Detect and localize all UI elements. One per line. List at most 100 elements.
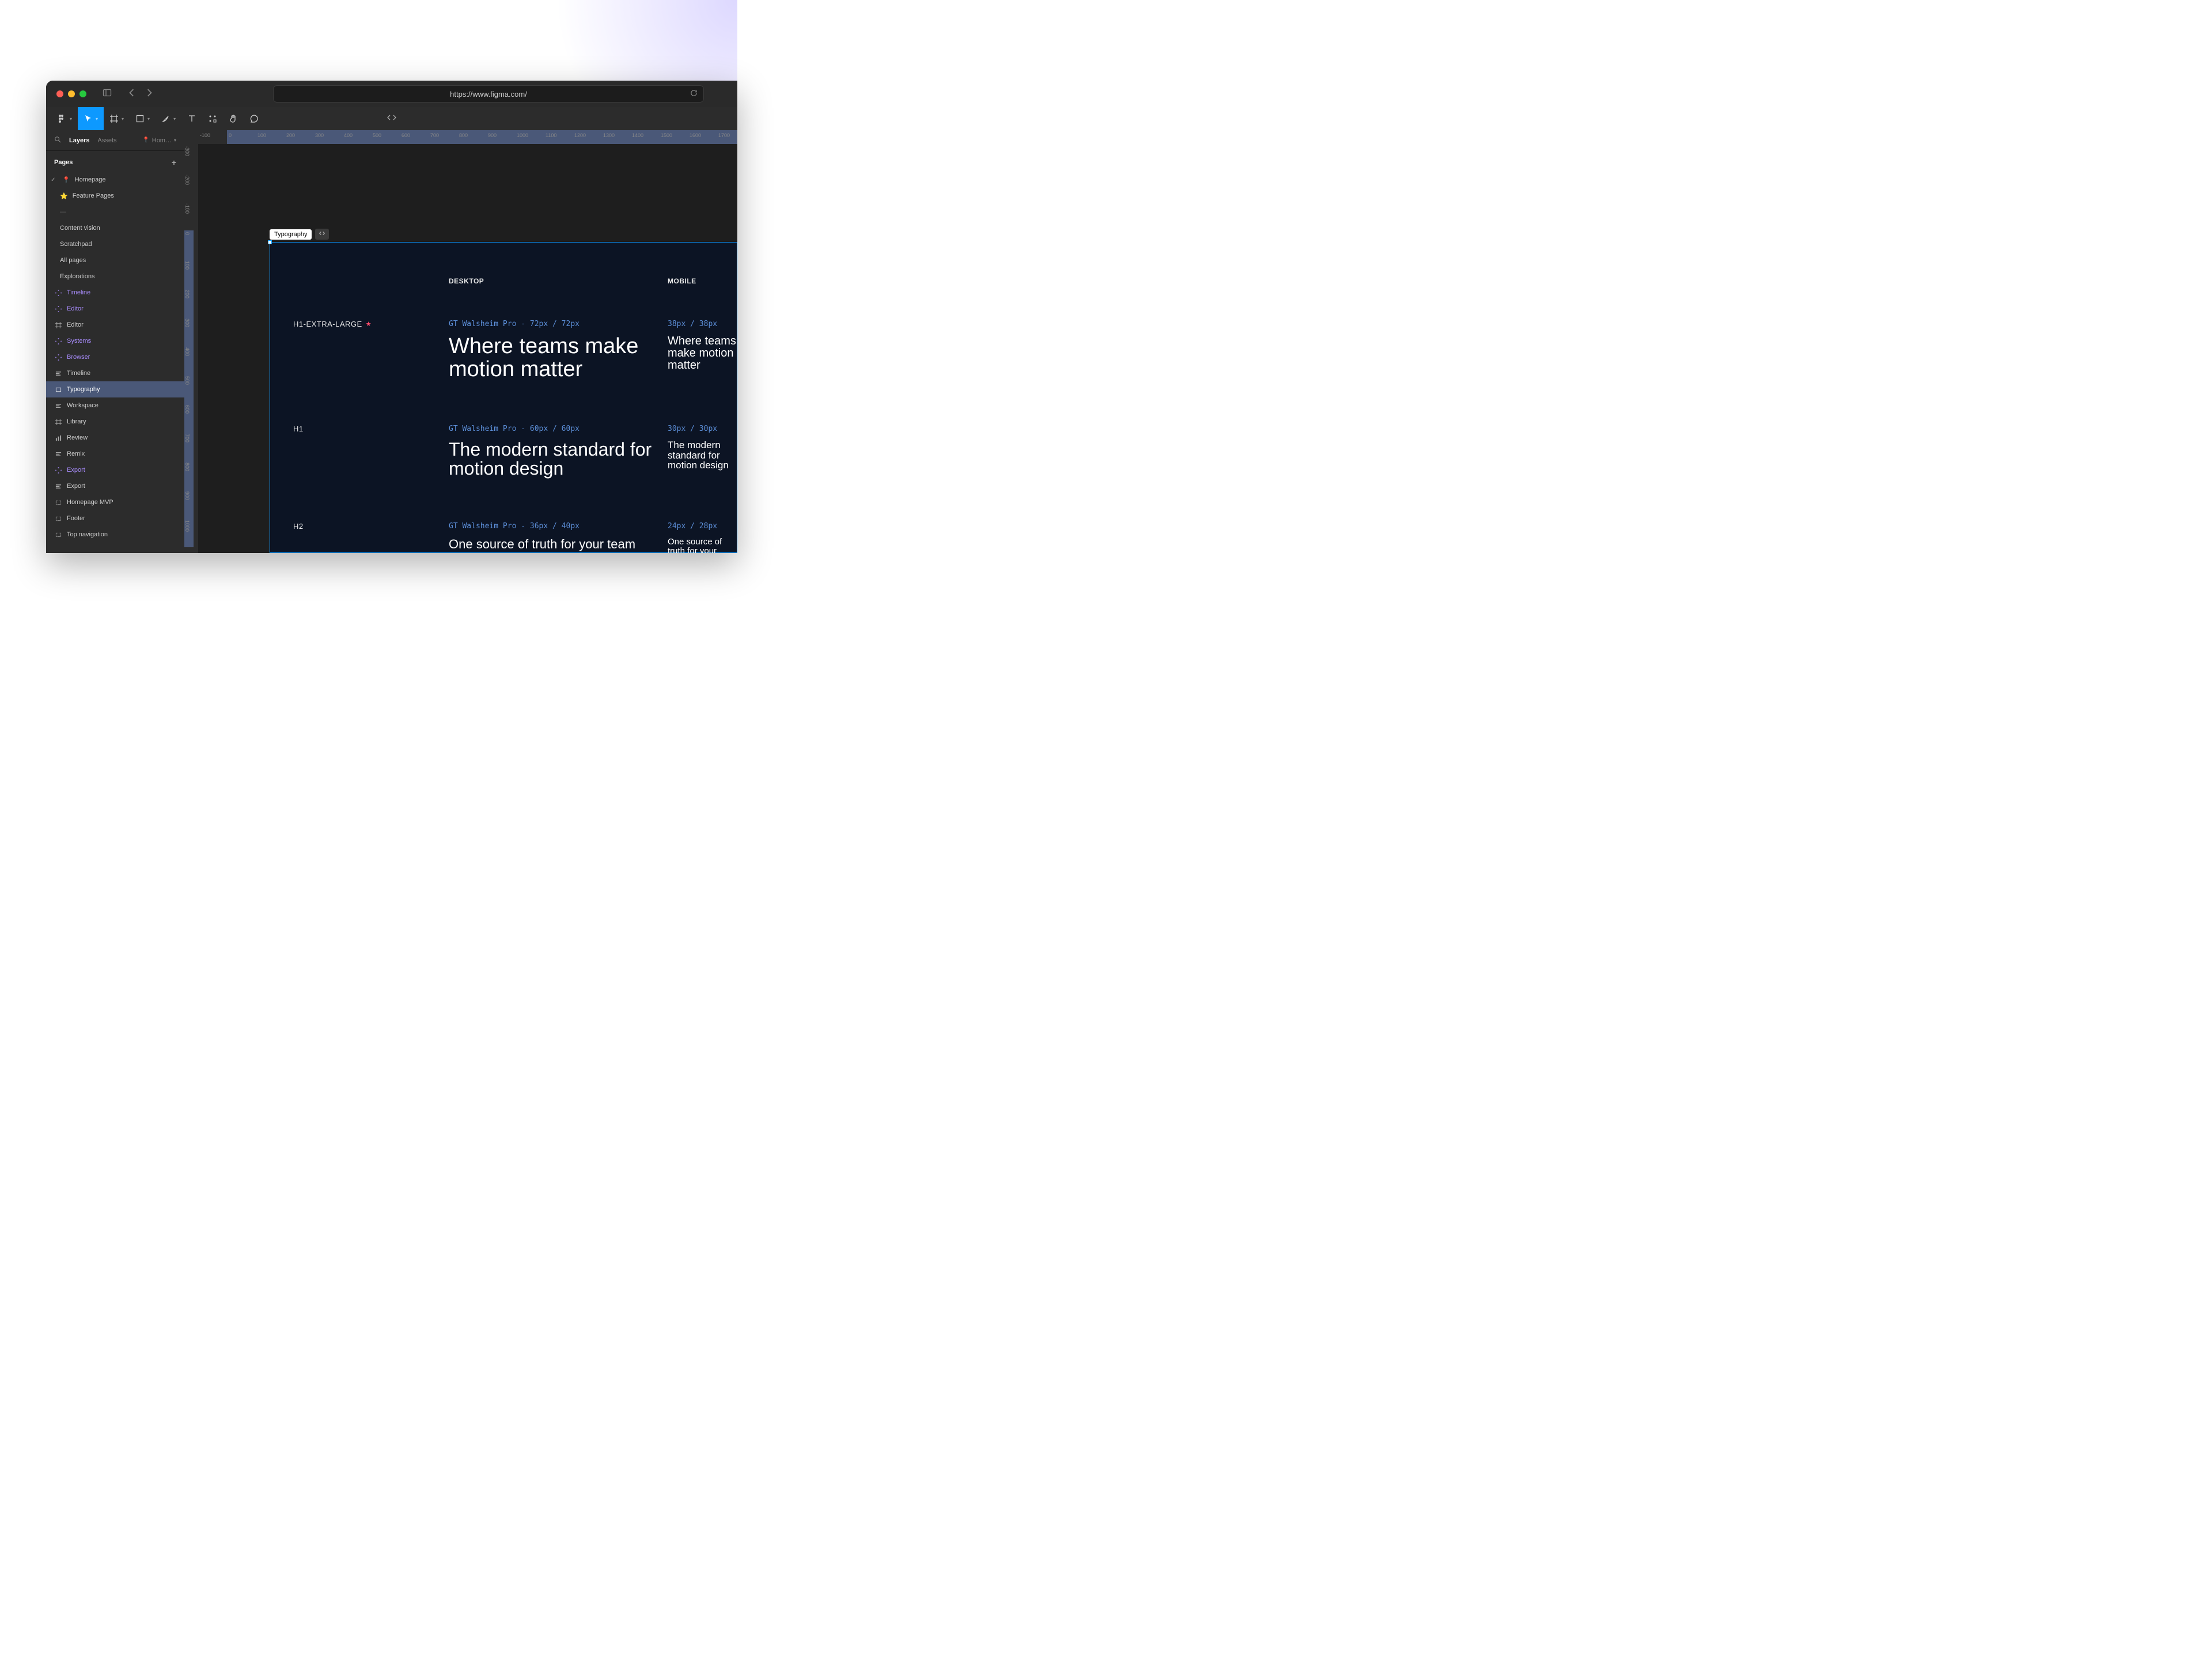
layer-name: Timeline xyxy=(67,289,90,296)
ruler-tick: 300 xyxy=(313,130,342,144)
add-page-button[interactable]: + xyxy=(172,158,176,167)
page-item[interactable]: ⭐Feature Pages xyxy=(46,188,184,204)
layer-item[interactable]: Library xyxy=(46,414,184,430)
layer-item[interactable]: Timeline xyxy=(46,285,184,301)
layer-name: Typography xyxy=(67,386,100,393)
page-item[interactable]: Scratchpad xyxy=(46,236,184,252)
back-icon[interactable] xyxy=(128,89,136,100)
dev-mode-icon[interactable] xyxy=(387,113,397,124)
layer-item[interactable]: Remix xyxy=(46,446,184,462)
rect-outline-icon xyxy=(54,516,62,522)
hand-tool-button[interactable] xyxy=(223,107,244,130)
star-icon: ★ xyxy=(366,320,372,328)
ruler-vertical: -300-200-1000100200300400500600700800900… xyxy=(184,144,198,553)
tab-layers[interactable]: Layers xyxy=(69,137,89,144)
page-label: Explorations xyxy=(60,273,95,280)
layer-name: Library xyxy=(67,418,86,425)
app-window: https://www.figma.com/ ▾ ▾ ▾ ▾ ▾ xyxy=(46,81,737,553)
layer-item[interactable]: Workspace xyxy=(46,397,184,414)
frame-tool-button[interactable]: ▾ xyxy=(104,107,130,130)
page-label: All pages xyxy=(60,257,86,264)
minimize-icon[interactable] xyxy=(68,90,75,97)
pen-tool-button[interactable]: ▾ xyxy=(156,107,181,130)
page-label: Feature Pages xyxy=(73,192,114,199)
figma-menu-button[interactable]: ▾ xyxy=(52,107,78,130)
ruler-tick: 200 xyxy=(285,130,313,144)
close-icon[interactable] xyxy=(56,90,63,97)
layer-item[interactable]: Editor xyxy=(46,301,184,317)
ruler-tick: 700 xyxy=(184,432,194,461)
typo-sample: One source of truth for your team xyxy=(449,537,668,551)
layer-item[interactable]: Top navigation xyxy=(46,527,184,543)
rect-icon xyxy=(54,387,62,393)
ruler-tick: 0 xyxy=(184,230,194,259)
maximize-icon[interactable] xyxy=(79,90,86,97)
layer-item[interactable]: Homepage MVP xyxy=(46,494,184,510)
typo-sample: Where teams make motion matter xyxy=(668,335,737,372)
layer-item[interactable]: Export xyxy=(46,478,184,494)
typo-row-label: H1 xyxy=(293,425,449,433)
page-label: Scratchpad xyxy=(60,241,92,248)
selected-frame[interactable]: DESKTOP MOBILE H1-EXTRA-LARGE★GT Walshei… xyxy=(270,242,737,553)
sidebar-toggle-icon[interactable] xyxy=(103,88,112,100)
ruler-tick: 600 xyxy=(400,130,429,144)
page-item[interactable]: Explorations xyxy=(46,268,184,285)
layer-item[interactable]: Review xyxy=(46,430,184,446)
column-header-mobile: MOBILE xyxy=(668,277,737,285)
reload-icon[interactable] xyxy=(690,89,698,99)
layer-name: Export xyxy=(67,483,85,490)
typography-row: H2GT Walsheim Pro - 36px / 40pxOne sourc… xyxy=(293,522,737,553)
typo-spec: 38px / 38px xyxy=(668,320,737,328)
layer-name: Export xyxy=(67,467,85,474)
page-label: — xyxy=(60,209,66,215)
canvas-area[interactable]: -100010020030040050060070080090010001100… xyxy=(184,130,737,553)
typography-row: H1-EXTRA-LARGE★GT Walsheim Pro - 72px / … xyxy=(293,320,737,381)
ruler-tick: 1400 xyxy=(630,130,659,144)
page-item[interactable]: ✓📍Homepage xyxy=(46,172,184,188)
layer-item[interactable]: Editor xyxy=(46,317,184,333)
dev-mode-badge-icon[interactable] xyxy=(315,229,329,240)
ruler-horizontal: -100010020030040050060070080090010001100… xyxy=(198,130,737,144)
ruler-tick: 1500 xyxy=(659,130,688,144)
shape-tool-button[interactable]: ▾ xyxy=(130,107,156,130)
page-dropdown[interactable]: 📍 Hom… ▾ xyxy=(142,137,176,144)
text-tool-button[interactable] xyxy=(181,107,202,130)
component-icon xyxy=(54,290,62,296)
typo-spec: 24px / 28px xyxy=(668,522,737,531)
page-item[interactable]: — xyxy=(46,204,184,220)
ruler-tick: 900 xyxy=(486,130,515,144)
figma-toolbar: ▾ ▾ ▾ ▾ ▾ xyxy=(46,107,737,130)
ruler-tick: 1600 xyxy=(688,130,717,144)
layer-item[interactable]: Browser xyxy=(46,349,184,365)
ruler-tick: 1000 xyxy=(515,130,544,144)
resources-button[interactable] xyxy=(202,107,223,130)
layer-item[interactable]: Timeline xyxy=(46,365,184,381)
layer-item[interactable]: Typography xyxy=(46,381,184,397)
layer-name: Timeline xyxy=(67,370,90,377)
layer-item[interactable]: Systems xyxy=(46,333,184,349)
typo-sample: The modern standard for motion design xyxy=(449,440,668,479)
layer-item[interactable]: Export xyxy=(46,462,184,478)
typography-row: H1GT Walsheim Pro - 60px / 60pxThe moder… xyxy=(293,425,737,479)
comment-tool-button[interactable] xyxy=(244,107,264,130)
layer-name: Homepage MVP xyxy=(67,499,113,506)
ruler-tick: -100 xyxy=(198,130,227,144)
bars-icon xyxy=(54,435,62,441)
url-bar[interactable]: https://www.figma.com/ xyxy=(273,85,704,103)
layer-item[interactable]: Footer xyxy=(46,510,184,527)
ruler-tick: 700 xyxy=(429,130,457,144)
ruler-corner xyxy=(184,130,198,144)
lines-icon xyxy=(54,370,62,377)
frame-name-badge[interactable]: Typography xyxy=(270,229,312,240)
page-item[interactable]: All pages xyxy=(46,252,184,268)
forward-icon[interactable] xyxy=(145,89,153,100)
typo-spec: GT Walsheim Pro - 36px / 40px xyxy=(449,522,668,531)
tab-assets[interactable]: Assets xyxy=(97,137,116,144)
selection-handle[interactable] xyxy=(268,240,272,244)
column-header-desktop: DESKTOP xyxy=(449,277,668,285)
typo-row-label: H2 xyxy=(293,522,449,531)
move-tool-button[interactable]: ▾ xyxy=(78,107,104,130)
search-icon[interactable] xyxy=(54,136,61,145)
page-item[interactable]: Content vision xyxy=(46,220,184,236)
typo-sample: One source of truth for your team xyxy=(668,537,737,553)
